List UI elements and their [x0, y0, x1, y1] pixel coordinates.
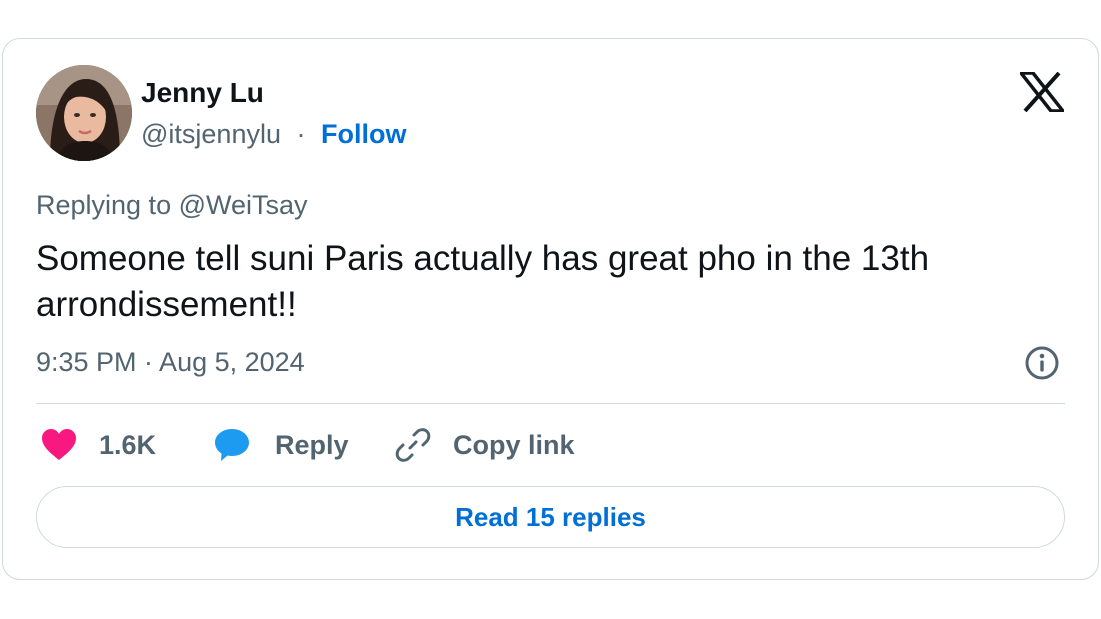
link-icon	[395, 427, 431, 463]
read-replies-button[interactable]: Read 15 replies	[36, 486, 1065, 548]
heart-icon	[41, 428, 77, 462]
tweet-text: Someone tell suni Paris actually has gre…	[36, 239, 930, 324]
reply-label: Reply	[275, 429, 349, 460]
reply-context[interactable]: Replying to @WeiTsay	[36, 189, 308, 221]
avatar[interactable]	[36, 65, 132, 161]
reply-bubble-icon	[213, 427, 251, 463]
like-count: 1.6K	[99, 429, 157, 460]
follow-link[interactable]: Follow	[321, 119, 406, 149]
avatar-photo	[36, 65, 132, 161]
reply-button[interactable]: Reply	[213, 425, 349, 465]
author-name[interactable]: Jenny Lu	[141, 77, 264, 109]
divider	[36, 403, 1065, 404]
handle-separator: ·	[296, 119, 306, 149]
author-handle[interactable]: @itsjennylu	[141, 119, 281, 149]
x-logo-icon[interactable]	[1017, 71, 1067, 113]
like-button[interactable]: 1.6K	[41, 425, 156, 465]
tweet-card: Jenny Lu @itsjennylu · Follow Replying t…	[2, 38, 1099, 580]
copy-link-label: Copy link	[453, 429, 575, 460]
author-handle-row: @itsjennylu · Follow	[141, 118, 407, 150]
info-icon[interactable]	[1024, 345, 1060, 381]
copy-link-button[interactable]: Copy link	[395, 425, 575, 465]
tweet-timestamp[interactable]: 9:35 PM · Aug 5, 2024	[36, 346, 305, 378]
